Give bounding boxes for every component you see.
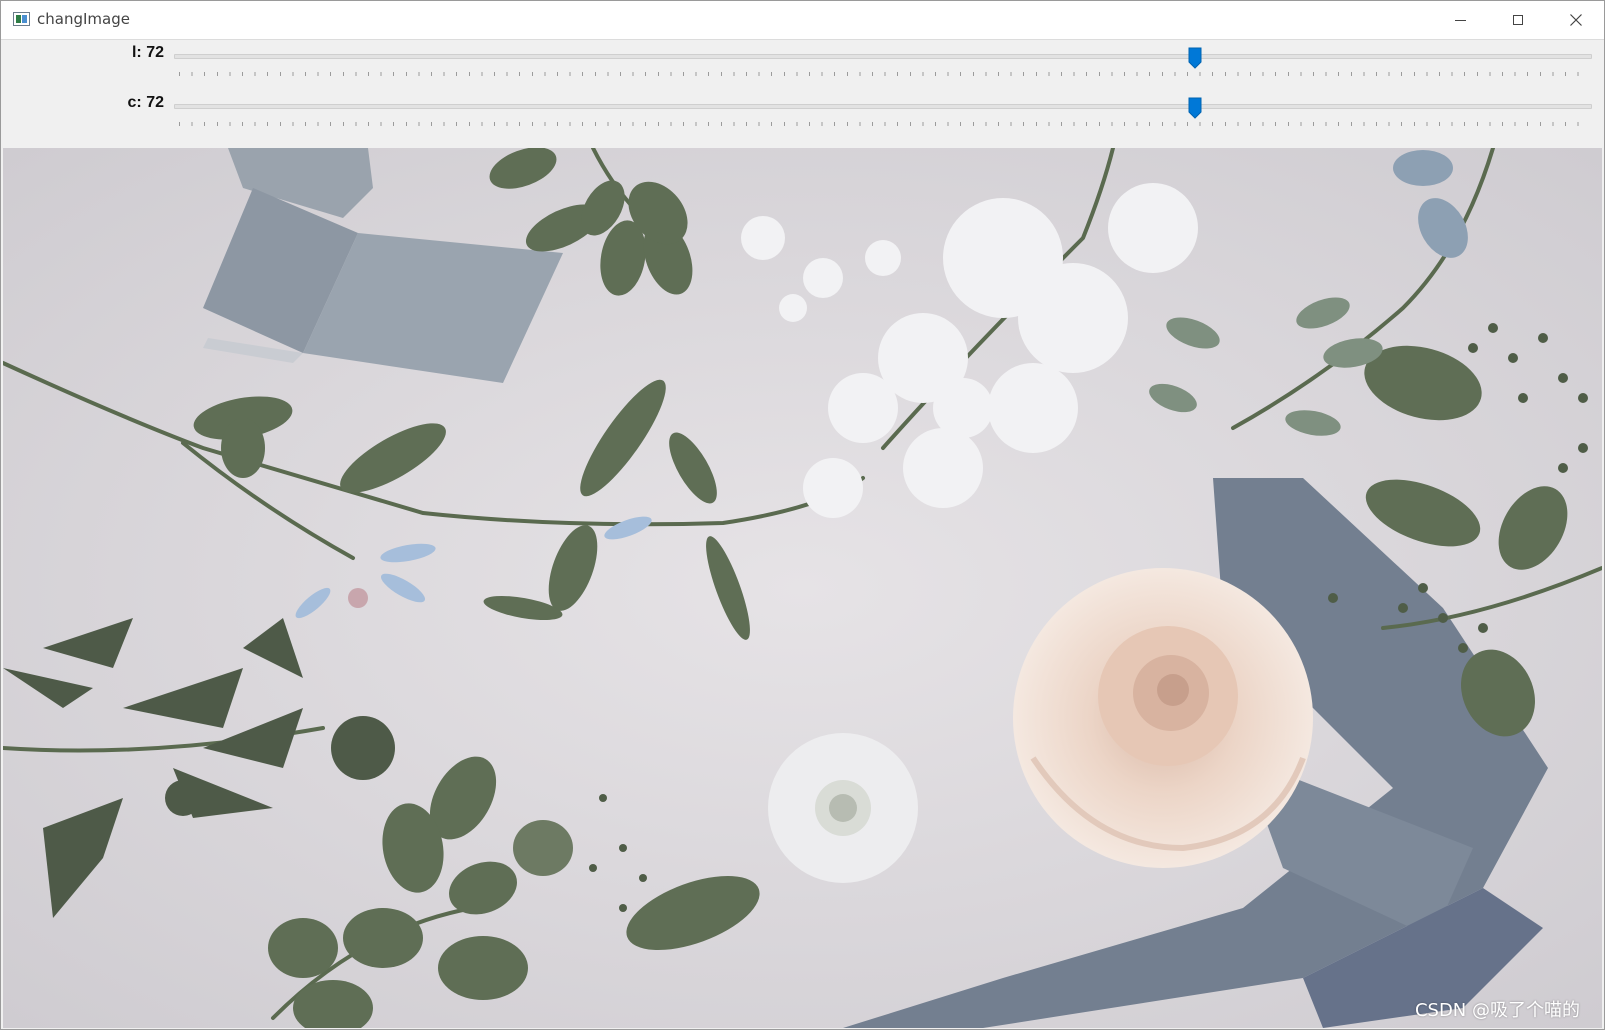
slider-thumb-icon — [1188, 97, 1202, 119]
flower-photo — [3, 148, 1602, 1028]
app-icon — [13, 12, 30, 26]
close-icon — [1570, 14, 1582, 26]
maximize-icon — [1513, 15, 1523, 25]
trackbar-thumb[interactable] — [1188, 97, 1202, 119]
close-button[interactable] — [1547, 1, 1605, 39]
trackbar-track[interactable] — [174, 104, 1592, 109]
white-scabiosa — [768, 733, 918, 883]
trackbar-label: c: 72 — [127, 94, 164, 111]
trackbar-panel: l: 72 c: 72 — [1, 40, 1604, 147]
minimize-button[interactable] — [1431, 1, 1489, 39]
slider-thumb-icon — [1188, 47, 1202, 69]
watermark: CSDN @吸了个喵的 — [1414, 1000, 1580, 1021]
trackbar-ticks — [179, 72, 1589, 76]
image-display: CSDN @吸了个喵的 — [3, 148, 1602, 1028]
window-title: changImage — [37, 10, 130, 28]
trackbar-ticks — [179, 122, 1589, 126]
trackbar-c: c: 72 — [1, 90, 1604, 140]
app-window: changImage l: 72 c: 72 CSDN @吸了个喵的 — [0, 0, 1605, 1030]
maximize-button[interactable] — [1489, 1, 1547, 39]
trackbar-track[interactable] — [174, 54, 1592, 59]
rose — [1013, 568, 1313, 868]
trackbar-thumb[interactable] — [1188, 47, 1202, 69]
trackbar-l: l: 72 — [1, 40, 1604, 90]
title-bar[interactable]: changImage — [1, 1, 1604, 40]
minimize-icon — [1454, 19, 1466, 21]
trackbar-label: l: 72 — [131, 44, 164, 61]
